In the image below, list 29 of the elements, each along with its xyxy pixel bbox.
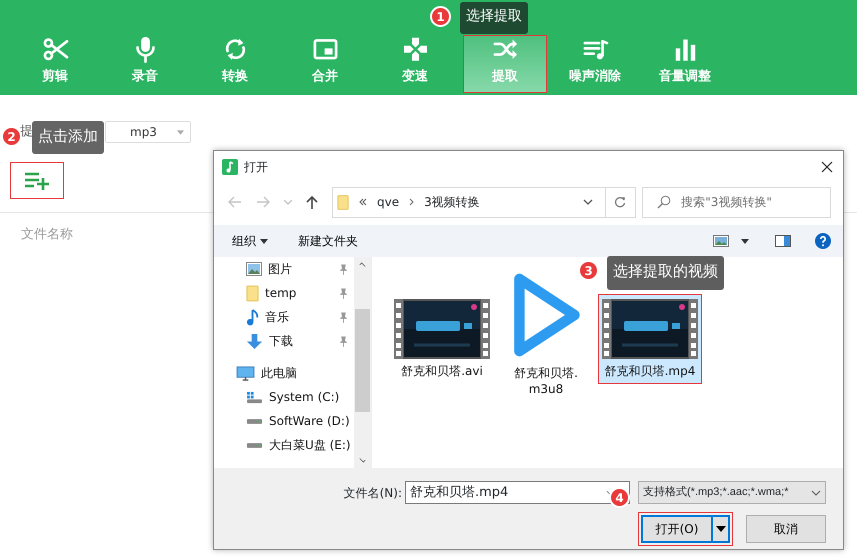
nav-item[interactable]: temp (214, 281, 354, 305)
nav-item[interactable]: 图片 (214, 257, 354, 281)
nav-item[interactable]: 音乐 (214, 305, 354, 329)
cancel-button[interactable]: 取消 (746, 515, 826, 543)
tooltip: 选择提取的视频 (607, 256, 724, 290)
file-item[interactable]: 舒克和贝塔.avi (390, 294, 494, 384)
dialog-title: 打开 (244, 159, 268, 176)
nav-item[interactable]: 此电脑 (214, 361, 354, 385)
open-button[interactable]: 打开(O) (641, 515, 713, 543)
nav-item[interactable]: 大白菜U盘 (E:) (214, 433, 354, 457)
organize-menu[interactable]: 组织 (232, 232, 268, 250)
new-folder-button[interactable]: 新建文件夹 (298, 232, 358, 250)
tooltip: 选择提取 (460, 2, 528, 34)
address-bar[interactable]: qve 3视频转换 (332, 186, 606, 218)
format-select[interactable]: mp3 (105, 121, 191, 143)
nav-item[interactable]: System (C:) (214, 385, 354, 409)
open-button-group[interactable]: 打开(O) (638, 512, 733, 546)
breadcrumb-item[interactable]: 3视频转换 (424, 193, 480, 211)
column-header: 文件名称 (20, 226, 73, 244)
format-label: 提 (20, 124, 33, 140)
filename-label: 文件名(N): (344, 484, 402, 502)
nav-item[interactable]: SoftWare (D:) (214, 409, 354, 433)
search-field[interactable]: 搜索"3视频转换" (642, 186, 831, 218)
nav-item[interactable]: 下载 (214, 329, 354, 353)
tooltip: 点击添加 (32, 121, 104, 154)
file-type-select[interactable]: 支持格式(*.mp3;*.aac;*.wma;* (638, 481, 826, 504)
breadcrumb-item[interactable]: qve (377, 193, 400, 211)
step-badge: 2 (1, 126, 22, 147)
file-item[interactable]: 舒克和贝塔.mp4 (598, 294, 702, 384)
